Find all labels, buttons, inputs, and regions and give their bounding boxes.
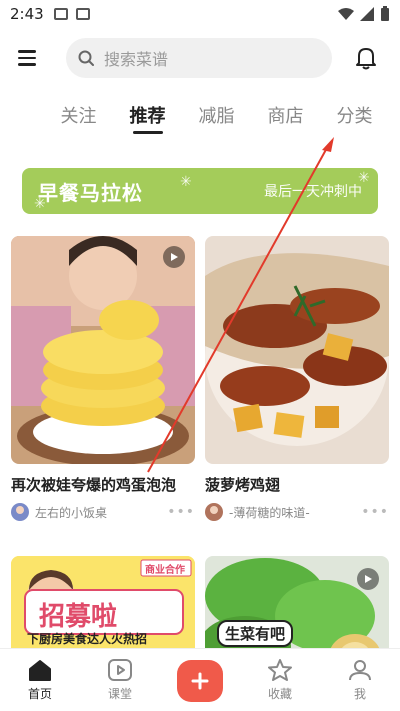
plus-icon [191, 672, 209, 690]
egg-pancake-photo [11, 236, 195, 464]
battery-icon [381, 6, 389, 21]
play-icon [365, 575, 372, 583]
search-icon [78, 50, 94, 66]
video-play-button[interactable] [163, 246, 185, 268]
chicken-wings-photo [205, 236, 389, 464]
tab-recommend[interactable]: 推荐 [113, 96, 182, 140]
font-icon [75, 8, 90, 20]
play-icon [171, 253, 178, 261]
lettuce-label: 生菜有吧 [217, 620, 294, 647]
nav-home[interactable]: 首页 [0, 649, 80, 711]
author-name[interactable]: -薄荷糖的味道- [229, 504, 310, 521]
add-button[interactable] [177, 660, 223, 702]
user-icon [349, 659, 371, 680]
top-header: 搜索菜谱 [0, 36, 400, 80]
recipe-author-row: 左右的小饭桌 ••• [11, 503, 195, 521]
menu-icon-line [18, 63, 36, 66]
nav-classroom-label: 课堂 [107, 686, 132, 701]
category-tabs: 关注 推荐 减脂 商店 分类 [0, 96, 400, 140]
nav-me[interactable]: 我 [320, 649, 400, 711]
nav-home-label: 首页 [27, 686, 52, 701]
tab-category[interactable]: 分类 [320, 96, 389, 140]
nav-favorites[interactable]: 收藏 [240, 649, 320, 711]
bottom-nav: 首页 课堂 收藏 我 [0, 648, 400, 711]
recipe-author-row: -薄荷糖的味道- ••• [205, 503, 389, 521]
tab-fat-loss[interactable]: 减脂 [182, 96, 251, 140]
more-options-icon[interactable]: ••• [167, 504, 195, 520]
banner-title: 早餐马拉松 [38, 180, 143, 205]
nav-favorites-label: 收藏 [267, 686, 292, 701]
tab-follow[interactable]: 关注 [44, 96, 113, 140]
video-play-button[interactable] [357, 568, 379, 590]
home-icon [29, 659, 51, 681]
promo-subline: 下厨房美食达人火热招 [27, 632, 148, 646]
status-bar: 2:43 [0, 0, 400, 28]
recipe-title: 再次被娃夸爆的鸡蛋泡泡 [11, 476, 177, 494]
nav-add[interactable] [160, 649, 240, 711]
app-root: { "status_bar": {"time": "2:43"}, "searc… [0, 0, 400, 711]
wifi-icon [338, 8, 354, 20]
notification-button[interactable] [350, 42, 382, 74]
recipe-card[interactable]: 菠萝烤鸡翅 -薄荷糖的味道- ••• [205, 236, 389, 521]
recipe-image [11, 236, 195, 464]
gallery-icon [53, 8, 68, 20]
avatar[interactable] [205, 503, 223, 521]
promo-banner[interactable]: ✳ ✳ ✳ 早餐马拉松 最后一天冲刺中 [22, 168, 378, 214]
menu-icon-line [18, 56, 36, 60]
promo-tag: 商业合作 [145, 565, 185, 576]
recipe-image [205, 236, 389, 464]
nav-classroom[interactable]: 课堂 [80, 649, 160, 711]
search-input[interactable]: 搜索菜谱 [66, 38, 332, 78]
star-icon [268, 658, 292, 681]
play-box-icon [108, 658, 132, 681]
sparkle-icon: ✳ [34, 196, 46, 212]
bell-icon [356, 48, 376, 70]
promo-headline: 招募啦 [39, 602, 118, 632]
recipe-card[interactable]: 再次被娃夸爆的鸡蛋泡泡 左右的小饭桌 ••• [11, 236, 195, 521]
search-placeholder: 搜索菜谱 [104, 50, 169, 69]
nav-me-label: 我 [353, 686, 366, 701]
banner-subtitle: 最后一天冲刺中 [264, 184, 362, 200]
tab-shop[interactable]: 商店 [251, 96, 320, 140]
menu-icon-line [18, 50, 36, 53]
avatar[interactable] [11, 503, 29, 521]
menu-button[interactable] [18, 42, 50, 74]
recipe-title: 菠萝烤鸡翅 [205, 476, 281, 494]
sparkle-icon: ✳ [180, 174, 192, 190]
signal-icon [360, 7, 374, 21]
author-name[interactable]: 左右的小饭桌 [35, 504, 107, 521]
status-time: 2:43 [10, 5, 44, 23]
more-options-icon[interactable]: ••• [361, 504, 389, 520]
